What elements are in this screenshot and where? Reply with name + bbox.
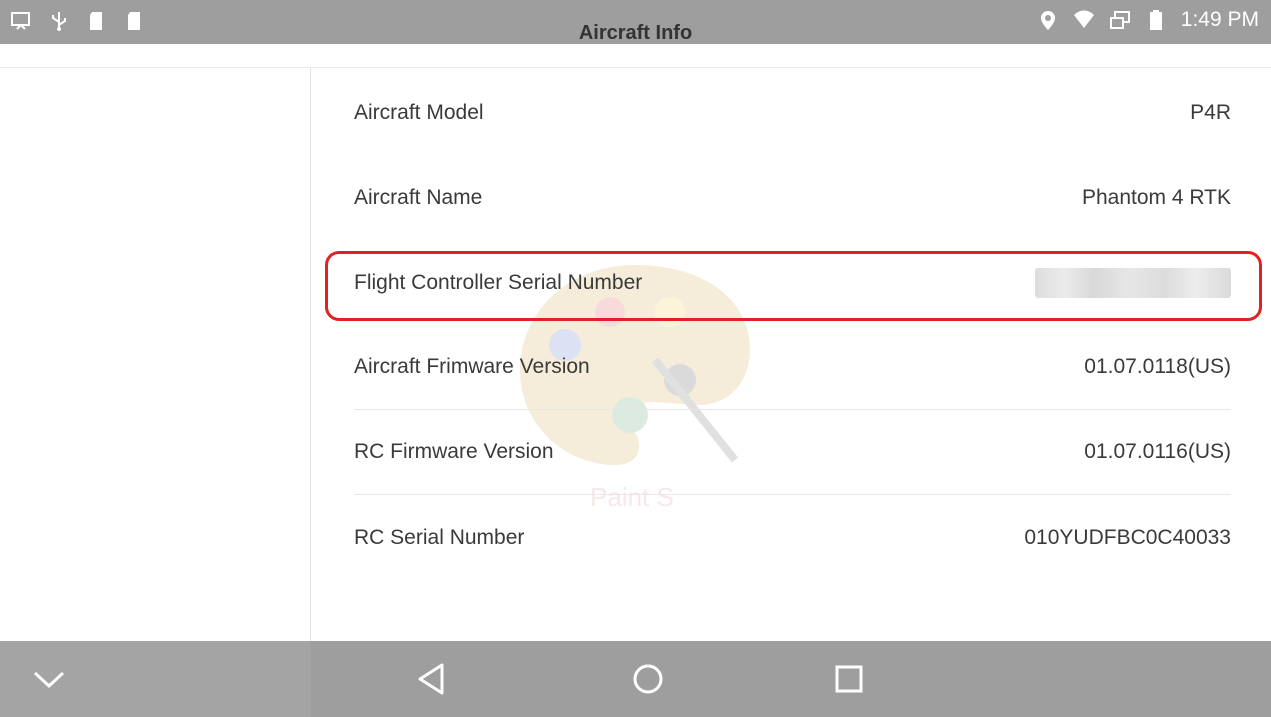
aircraft-info-list: Aircraft Model P4R Aircraft Name Phantom… bbox=[354, 70, 1231, 580]
aircraft-firmware-label: Aircraft Frimware Version bbox=[354, 355, 590, 378]
aircraft-model-label: Aircraft Model bbox=[354, 100, 484, 124]
rc-firmware-value: 01.07.0116(US) bbox=[1084, 440, 1231, 463]
rc-serial-row: RC Serial Number 010YUDFBC0C40033 bbox=[354, 495, 1231, 580]
aircraft-model-value: P4R bbox=[1190, 100, 1231, 124]
aircraft-model-row: Aircraft Model P4R bbox=[354, 70, 1231, 155]
chevron-down-icon[interactable] bbox=[29, 659, 69, 699]
aircraft-firmware-row: Aircraft Frimware Version 01.07.0118(US) bbox=[354, 325, 1231, 410]
rc-serial-label: RC Serial Number bbox=[354, 525, 525, 549]
aircraft-name-value: Phantom 4 RTK bbox=[1081, 185, 1231, 209]
title-band bbox=[0, 44, 1271, 68]
flight-controller-serial-redacted bbox=[1035, 267, 1231, 298]
page-title: Aircraft Info bbox=[578, 22, 693, 44]
home-icon[interactable] bbox=[628, 659, 668, 699]
flight-controller-serial-row: Flight Controller Serial Number bbox=[354, 240, 1231, 325]
rc-firmware-row: RC Firmware Version 01.07.0116(US) bbox=[354, 410, 1231, 495]
rc-firmware-label: RC Firmware Version bbox=[354, 440, 554, 463]
aircraft-firmware-value: 01.07.0118(US) bbox=[1084, 355, 1231, 378]
left-pane bbox=[0, 68, 311, 641]
rc-serial-value: 010YUDFBC0C40033 bbox=[1024, 525, 1231, 549]
recents-icon[interactable] bbox=[829, 659, 869, 699]
aircraft-name-label: Aircraft Name bbox=[354, 185, 483, 209]
navigation-bar bbox=[0, 641, 1271, 717]
aircraft-name-row: Aircraft Name Phantom 4 RTK bbox=[354, 155, 1231, 240]
back-icon[interactable] bbox=[412, 659, 452, 699]
flight-controller-serial-label: Flight Controller Serial Number bbox=[354, 270, 643, 294]
